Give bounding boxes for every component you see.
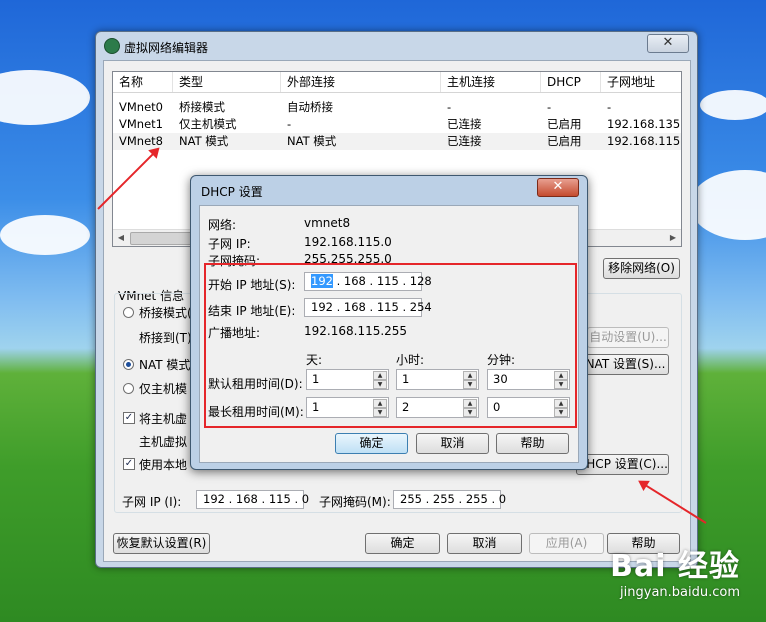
- ok-button[interactable]: 确定: [365, 533, 440, 554]
- dhcp-dialog-title: DHCP 设置: [201, 185, 263, 199]
- cell-dhcp: 已启用: [547, 117, 582, 131]
- remove-network-button[interactable]: 移除网络(O): [603, 258, 680, 279]
- watermark-url: jingyan.baidu.com: [620, 585, 740, 600]
- connect-host-checkbox[interactable]: ✓: [123, 412, 135, 424]
- cloud: [690, 170, 766, 240]
- cell-subnet: 192.168.115.0: [607, 134, 681, 148]
- column-type[interactable]: 类型: [173, 72, 281, 92]
- use-local-dhcp-checkbox[interactable]: ✓: [123, 458, 135, 470]
- column-external[interactable]: 外部连接: [281, 72, 441, 92]
- table-row[interactable]: VMnet0 桥接模式 自动桥接 - - -: [113, 99, 681, 116]
- use-local-dhcp-label: 使用本地: [139, 458, 188, 472]
- apply-button[interactable]: 应用(A): [529, 533, 604, 554]
- restore-defaults-button[interactable]: 恢复默认设置(R): [113, 533, 210, 554]
- table-row-selected[interactable]: VMnet8 NAT 模式 NAT 模式 已连接 已启用 192.168.115…: [113, 133, 681, 150]
- dhcp-settings-button[interactable]: DHCP 设置(C)...: [576, 454, 669, 475]
- cloud: [0, 215, 90, 255]
- window-title: 虚拟网络编辑器: [124, 41, 209, 55]
- cell-dhcp: 已启用: [547, 134, 582, 148]
- subnet-ip-label: 子网 IP:: [208, 237, 251, 251]
- cell-host: 已连接: [447, 134, 482, 148]
- subnet-mask-label: 子网掩码(M):: [319, 495, 391, 509]
- cell-type: NAT 模式: [179, 134, 229, 148]
- cell-external: -: [287, 117, 292, 131]
- list-header: 名称 类型 外部连接 主机连接 DHCP 子网地址: [113, 72, 681, 93]
- close-button[interactable]: ✕: [647, 34, 689, 53]
- dhcp-title-bar[interactable]: DHCP 设置 ✕: [191, 176, 587, 204]
- bridge-to-label: 桥接到(T): [139, 331, 192, 345]
- highlight-box: [204, 263, 577, 428]
- column-host[interactable]: 主机连接: [441, 72, 541, 92]
- scroll-left-icon[interactable]: ◀: [113, 230, 129, 246]
- cloud: [700, 90, 766, 120]
- column-name[interactable]: 名称: [113, 72, 173, 92]
- cell-name: VMnet8: [119, 134, 163, 148]
- dhcp-help-button[interactable]: 帮助: [496, 433, 569, 454]
- scroll-right-icon[interactable]: ▶: [665, 230, 681, 246]
- cell-name: VMnet0: [119, 100, 163, 114]
- baidu-watermark: Bai 经验 jingyan.baidu.com: [610, 541, 740, 600]
- nat-radio[interactable]: [123, 359, 134, 370]
- nat-settings-button[interactable]: NAT 设置(S)...: [582, 354, 669, 375]
- cloud: [0, 70, 90, 125]
- cell-external: NAT 模式: [287, 134, 337, 148]
- cell-subnet: 192.168.135.0: [607, 117, 681, 131]
- network-editor-icon: [104, 38, 120, 54]
- network-label: 网络:: [208, 218, 237, 232]
- host-only-label: 仅主机模: [139, 382, 188, 396]
- subnet-ip-label: 子网 IP (I):: [122, 495, 182, 509]
- cell-host: -: [447, 100, 452, 114]
- nat-label: NAT 模式(: [139, 358, 196, 372]
- dhcp-cancel-button[interactable]: 取消: [416, 433, 489, 454]
- connect-host-label: 将主机虚: [139, 412, 188, 426]
- subnet-mask-input[interactable]: 255 . 255 . 255 . 0: [393, 490, 506, 509]
- dhcp-close-button[interactable]: ✕: [537, 178, 579, 197]
- cell-type: 仅主机模式: [179, 117, 237, 131]
- subnet-ip-input[interactable]: 192 . 168 . 115 . 0: [196, 490, 309, 509]
- column-subnet[interactable]: 子网地址: [601, 72, 681, 92]
- host-virtual-adapter-label: 主机虚拟: [139, 435, 188, 449]
- title-bar[interactable]: 虚拟网络编辑器 ✕: [96, 32, 697, 60]
- cell-dhcp: -: [547, 100, 552, 114]
- dhcp-ok-button[interactable]: 确定: [335, 433, 408, 454]
- table-row[interactable]: VMnet1 仅主机模式 - 已连接 已启用 192.168.135.0: [113, 116, 681, 133]
- watermark-logo: Bai 经验: [610, 549, 740, 584]
- cancel-button[interactable]: 取消: [447, 533, 522, 554]
- bridged-label: 桥接模式(: [139, 306, 192, 320]
- cell-host: 已连接: [447, 117, 482, 131]
- cell-name: VMnet1: [119, 117, 163, 131]
- auto-settings-button[interactable]: 自动设置(U)...: [587, 327, 669, 348]
- column-dhcp[interactable]: DHCP: [541, 72, 601, 92]
- cell-type: 桥接模式: [179, 100, 225, 114]
- network-value: vmnet8: [304, 216, 351, 230]
- cell-subnet: -: [607, 100, 612, 114]
- host-only-radio[interactable]: [123, 383, 134, 394]
- subnet-ip-value: 192.168.115.0: [304, 235, 392, 249]
- cell-external: 自动桥接: [287, 100, 333, 114]
- bridged-radio[interactable]: [123, 307, 134, 318]
